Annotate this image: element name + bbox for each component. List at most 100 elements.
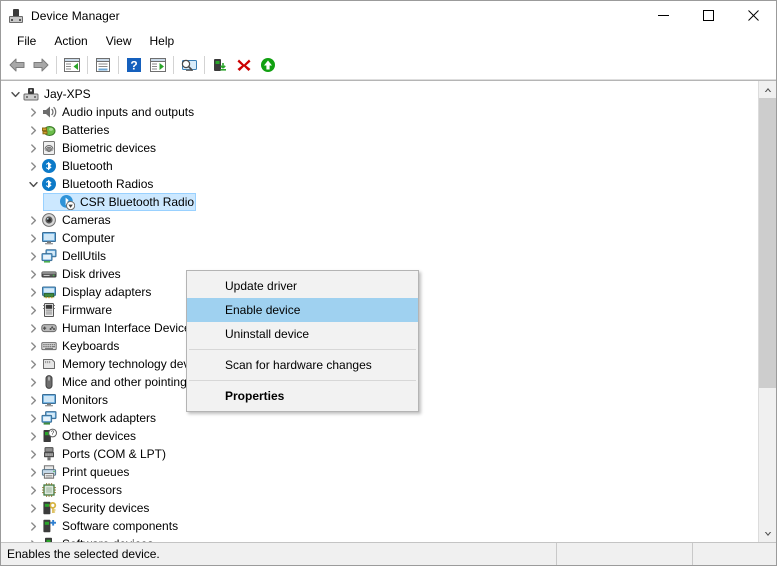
twisty-expanded-icon[interactable] <box>25 176 41 192</box>
context-menu-item-enable-device[interactable]: Enable device <box>187 298 418 322</box>
properties-button[interactable] <box>91 53 115 77</box>
twisty-collapsed-icon[interactable] <box>25 212 41 228</box>
twisty-collapsed-icon[interactable] <box>25 536 41 542</box>
twisty-collapsed-icon[interactable] <box>25 482 41 498</box>
tree-item-biometric-devices[interactable]: Biometric devices <box>1 139 758 157</box>
context-menu-item-uninstall-device[interactable]: Uninstall device <box>187 322 418 346</box>
context-menu-item-scan-for-hardware-changes[interactable]: Scan for hardware changes <box>187 353 418 377</box>
printer-icon <box>41 464 57 480</box>
context-menu-separator <box>189 349 416 350</box>
tree-item-label: Audio inputs and outputs <box>62 104 194 120</box>
processor-icon <box>41 482 57 498</box>
status-bar: Enables the selected device. <box>1 542 776 565</box>
tree-item-jay-xps[interactable]: Jay-XPS <box>1 85 758 103</box>
twisty-collapsed-icon[interactable] <box>25 266 41 282</box>
title-bar: Device Manager <box>1 1 776 30</box>
twisty-collapsed-icon[interactable] <box>25 410 41 426</box>
update-driver-button[interactable] <box>208 53 232 77</box>
tree-item-label: Firmware <box>62 302 112 318</box>
disable-device-button[interactable] <box>232 53 256 77</box>
bluetooth-icon <box>41 158 57 174</box>
twisty-collapsed-icon[interactable] <box>25 230 41 246</box>
twisty-collapsed-icon[interactable] <box>25 500 41 516</box>
tree-item-cameras[interactable]: Cameras <box>1 211 758 229</box>
menu-action[interactable]: Action <box>45 32 96 50</box>
twisty-none <box>43 194 59 210</box>
context-menu-separator <box>189 380 416 381</box>
tree-item-label: Jay-XPS <box>44 86 91 102</box>
twisty-collapsed-icon[interactable] <box>25 302 41 318</box>
tree-item-label: Print queues <box>62 464 129 480</box>
scan-for-hardware-changes-button[interactable] <box>177 53 201 77</box>
twisty-collapsed-icon[interactable] <box>25 248 41 264</box>
toolbar-separator-4 <box>173 56 174 74</box>
scrollbar-thumb[interactable] <box>759 98 776 388</box>
tree-item-batteries[interactable]: Batteries <box>1 121 758 139</box>
tree-item-software-components[interactable]: Software components <box>1 517 758 535</box>
tree-item-bluetooth[interactable]: Bluetooth <box>1 157 758 175</box>
twisty-collapsed-icon[interactable] <box>25 356 41 372</box>
scroll-down-arrow-icon[interactable] <box>759 525 776 542</box>
twisty-collapsed-icon[interactable] <box>25 338 41 354</box>
twisty-collapsed-icon[interactable] <box>25 140 41 156</box>
tree-item-ports-com-lpt[interactable]: Ports (COM & LPT) <box>1 445 758 463</box>
twisty-collapsed-icon[interactable] <box>25 320 41 336</box>
tree-item-other-devices[interactable]: ? Other devices <box>1 427 758 445</box>
tree-item-label: Ports (COM & LPT) <box>62 446 166 462</box>
tree-item-computer[interactable]: Computer <box>1 229 758 247</box>
mouse-icon <box>41 374 57 390</box>
tree-item-label: Bluetooth Radios <box>62 176 153 192</box>
tree-item-processors[interactable]: Processors <box>1 481 758 499</box>
menu-view[interactable]: View <box>97 32 141 50</box>
maximize-button[interactable] <box>686 1 731 30</box>
twisty-collapsed-icon[interactable] <box>25 284 41 300</box>
twisty-collapsed-icon[interactable] <box>25 518 41 534</box>
twisty-collapsed-icon[interactable] <box>25 428 41 444</box>
scrollbar-track[interactable] <box>759 98 776 525</box>
help-button[interactable]: ? <box>122 53 146 77</box>
tree-item-dellutils[interactable]: DellUtils <box>1 247 758 265</box>
vertical-scrollbar[interactable] <box>758 81 776 542</box>
tree-item-bluetooth-radios[interactable]: Bluetooth Radios <box>1 175 758 193</box>
twisty-expanded-icon[interactable] <box>7 86 23 102</box>
security-key-icon <box>41 500 57 516</box>
status-message: Enables the selected device. <box>1 543 557 565</box>
twisty-collapsed-icon[interactable] <box>25 446 41 462</box>
tree-item-software-devices[interactable]: Software devices <box>1 535 758 542</box>
menu-file[interactable]: File <box>8 32 45 50</box>
twisty-collapsed-icon[interactable] <box>25 392 41 408</box>
menu-help[interactable]: Help <box>141 32 184 50</box>
context-menu-item-properties[interactable]: Properties <box>187 384 418 408</box>
tree-item-label: Software components <box>62 518 178 534</box>
tree-item-label: DellUtils <box>62 248 106 264</box>
memory-card-icon <box>41 356 57 372</box>
scroll-up-arrow-icon[interactable] <box>759 81 776 98</box>
tree-item-csr-bluetooth-radio[interactable]: CSR Bluetooth Radio <box>1 193 758 211</box>
toolbar-separator-1 <box>56 56 57 74</box>
close-button[interactable] <box>731 1 776 30</box>
twisty-collapsed-icon[interactable] <box>25 158 41 174</box>
tree-item-audio-inputs-and-outputs[interactable]: Audio inputs and outputs <box>1 103 758 121</box>
tree-item-label: Biometric devices <box>62 140 156 156</box>
enable-device-button[interactable] <box>256 53 280 77</box>
menu-bar: File Action View Help <box>1 30 776 51</box>
forward-button[interactable] <box>29 53 53 77</box>
device-tree-pane[interactable]: Jay-XPS Audio inputs and outputsBatteries… <box>1 81 758 542</box>
twisty-collapsed-icon[interactable] <box>25 464 41 480</box>
twisty-collapsed-icon[interactable] <box>25 374 41 390</box>
twisty-collapsed-icon[interactable] <box>25 122 41 138</box>
unknown-device-icon: ? <box>41 428 57 444</box>
minimize-button[interactable] <box>641 1 686 30</box>
display-adapter-icon <box>41 284 57 300</box>
twisty-collapsed-icon[interactable] <box>25 104 41 120</box>
show-hide-console-tree-button[interactable] <box>60 53 84 77</box>
back-button[interactable] <box>5 53 29 77</box>
tree-item-security-devices[interactable]: Security devices <box>1 499 758 517</box>
tree-item-label: Network adapters <box>62 410 156 426</box>
device-manager-icon <box>8 8 24 24</box>
context-menu-item-update-driver[interactable]: Update driver <box>187 274 418 298</box>
tree-item-print-queues[interactable]: Print queues <box>1 463 758 481</box>
show-hide-action-pane-button[interactable] <box>146 53 170 77</box>
tree-item-label: Keyboards <box>62 338 119 354</box>
tree-item-label: Other devices <box>62 428 136 444</box>
